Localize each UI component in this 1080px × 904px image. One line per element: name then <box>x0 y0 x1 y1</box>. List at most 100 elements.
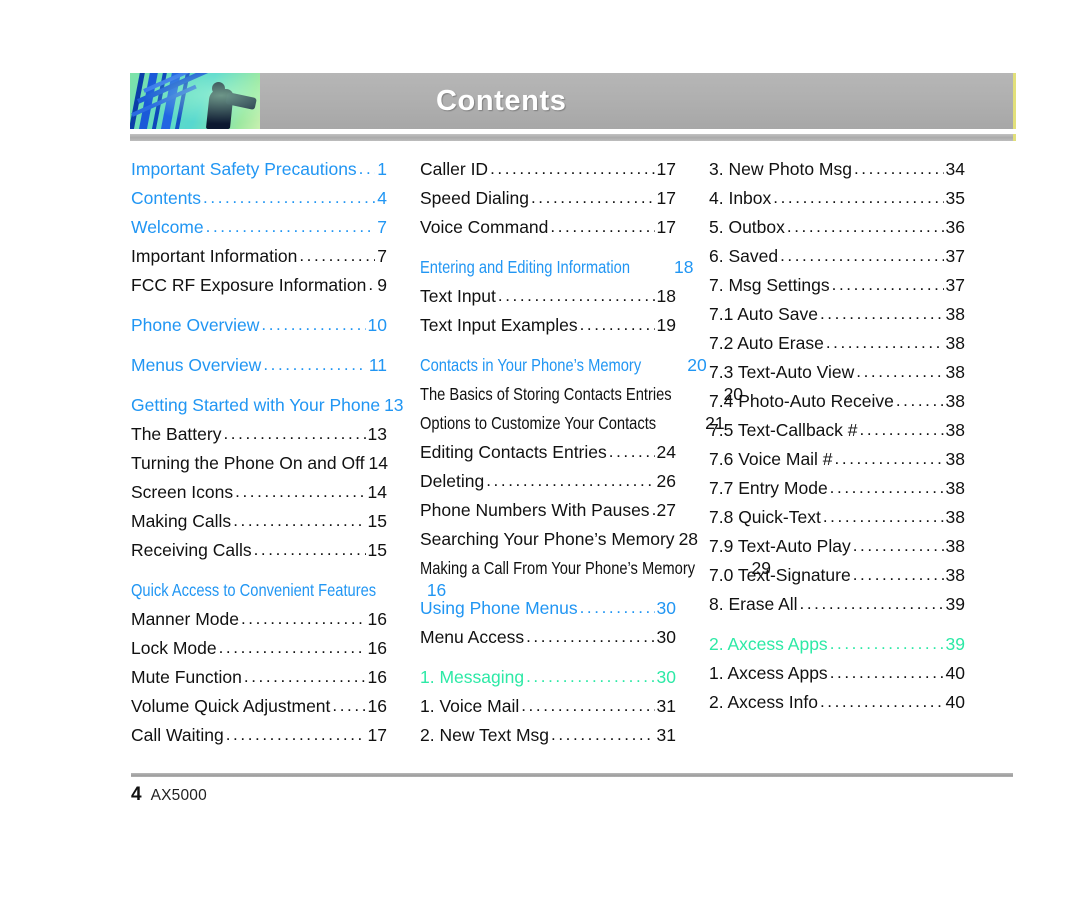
toc-entry-label: Screen Icons <box>131 482 234 502</box>
toc-entry[interactable]: 5. Outbox 36 <box>709 213 965 242</box>
toc-entry[interactable]: Screen Icons 14 <box>131 478 387 507</box>
page-header-banner: Contents <box>130 73 1016 129</box>
toc-entry[interactable]: The Battery 13 <box>131 420 387 449</box>
toc-entry[interactable]: Turning the Phone On and Off 14 <box>131 449 388 478</box>
toc-entry[interactable]: 1. Messaging 30 <box>420 663 676 692</box>
toc-entry[interactable]: Caller ID 17 <box>420 155 676 184</box>
toc-entry-page: 39 <box>945 634 965 654</box>
toc-entry[interactable]: Text Input Examples 19 <box>420 311 676 340</box>
page-footer: 4 AX5000 <box>131 784 207 806</box>
toc-entry[interactable]: Deleting 26 <box>420 467 676 496</box>
toc-entry-label: Lock Mode <box>131 638 217 658</box>
toc-entry-label: 7.4 Photo-Auto Receive <box>709 391 894 411</box>
toc-entry-page: 14 <box>367 482 387 502</box>
toc-leader-dots <box>820 687 944 716</box>
toc-entry[interactable]: Menus Overview 11 <box>131 351 387 380</box>
toc-leader-dots <box>832 270 944 299</box>
toc-leader-dots <box>521 691 654 720</box>
toc-entry[interactable]: 7.8 Quick-Text 38 <box>709 503 965 532</box>
toc-entry[interactable]: Quick Access to Convenient Features 16 <box>131 576 446 605</box>
toc-entry[interactable]: Text Input 18 <box>420 282 676 311</box>
page-title: Contents <box>436 84 567 117</box>
toc-entry[interactable]: Lock Mode 16 <box>131 634 387 663</box>
toc-entry[interactable]: 1. Axcess Apps 40 <box>709 659 965 688</box>
toc-entry[interactable]: Getting Started with Your Phone 13 <box>131 391 404 420</box>
toc-entry[interactable]: 7.4 Photo-Auto Receive 38 <box>709 387 965 416</box>
toc-entry-page: 15 <box>367 540 387 560</box>
toc-entry[interactable]: Editing Contacts Entries 24 <box>420 438 676 467</box>
toc-entry-label: Entering and Editing Information <box>420 257 631 277</box>
toc-leader-dots <box>332 691 365 720</box>
toc-entry-label: 7.5 Text-Callback # <box>709 420 858 440</box>
toc-entry[interactable]: Speed Dialing 17 <box>420 184 676 213</box>
toc-entry-label: 7.9 Text-Auto Play <box>709 536 851 556</box>
toc-entry[interactable]: 6. Saved 37 <box>709 242 965 271</box>
toc-entry[interactable]: 1. Voice Mail 31 <box>420 692 676 721</box>
toc-entry[interactable]: 7.6 Voice Mail # 38 <box>709 445 965 474</box>
toc-entry[interactable]: 7.5 Text-Callback # 38 <box>709 416 965 445</box>
toc-entry[interactable]: Important Information 7 <box>131 242 387 271</box>
toc-entry[interactable]: Searching Your Phone’s Memory 28 <box>420 525 698 554</box>
toc-entry[interactable]: Using Phone Menus 30 <box>420 594 676 623</box>
banner-underbar <box>130 134 1016 141</box>
toc-leader-dots <box>835 444 944 473</box>
toc-leader-dots <box>550 212 654 241</box>
toc-entry-page: 16 <box>367 609 387 629</box>
toc-entry[interactable]: Welcome 7 <box>131 213 387 242</box>
toc-entry-label: Getting Started with Your Phone <box>131 395 381 415</box>
toc-entry-page: 30 <box>656 598 676 618</box>
toc-entry[interactable]: Options to Customize Your Contacts 21 <box>420 409 725 438</box>
toc-entry[interactable]: Phone Overview 10 <box>131 311 387 340</box>
toc-entry[interactable]: 7.0 Text-Signature 38 <box>709 561 965 590</box>
toc-entry[interactable]: 7. Msg Settings 37 <box>709 271 965 300</box>
toc-entry-page: 7 <box>377 217 387 237</box>
toc-entry[interactable]: 7.9 Text-Auto Play 38 <box>709 532 965 561</box>
toc-entry[interactable]: Voice Command 17 <box>420 213 676 242</box>
toc-entry-page: 18 <box>674 257 694 277</box>
toc-entry-label: 7.3 Text-Auto View <box>709 362 855 382</box>
toc-entry[interactable]: Phone Numbers With Pauses 27 <box>420 496 676 525</box>
toc-leader-dots <box>526 662 654 691</box>
toc-entry[interactable]: The Basics of Storing Contacts Entries 20 <box>420 380 743 409</box>
toc-leader-dots <box>263 350 367 379</box>
toc-leader-dots <box>854 154 944 183</box>
toc-entry-page: 13 <box>367 424 387 444</box>
toc-entry[interactable]: Volume Quick Adjustment 16 <box>131 692 387 721</box>
toc-entry[interactable]: Entering and Editing Information 18 <box>420 253 694 282</box>
toc-entry-page: 1 <box>377 159 387 179</box>
toc-entry[interactable]: Contacts in Your Phone’s Memory 20 <box>420 351 707 380</box>
toc-entry[interactable]: Making Calls 15 <box>131 507 387 536</box>
toc-entry[interactable]: 2. Axcess Info 40 <box>709 688 965 717</box>
toc-entry[interactable]: 7.1 Auto Save 38 <box>709 300 965 329</box>
toc-entry[interactable]: 7.2 Auto Erase 38 <box>709 329 965 358</box>
toc-entry[interactable]: 7.3 Text-Auto View 38 <box>709 358 965 387</box>
toc-entry[interactable]: 3. New Photo Msg 34 <box>709 155 965 184</box>
toc-entry[interactable]: 7.7 Entry Mode 38 <box>709 474 965 503</box>
toc-entry-label: Welcome <box>131 217 204 237</box>
column-2: Caller ID 17 Speed Dialing 17 Voice Command 1… <box>420 155 771 750</box>
toc-entry[interactable]: Contents 4 <box>131 184 387 213</box>
toc-entry[interactable]: Receiving Calls 15 <box>131 536 387 565</box>
toc-leader-dots <box>787 212 944 241</box>
toc-entry-label: Searching Your Phone’s Memory <box>420 529 675 549</box>
toc-entry[interactable]: 8. Erase All 39 <box>709 590 965 619</box>
toc-entry[interactable]: Important Safety Precautions 1 <box>131 155 387 184</box>
toc-entry-label: Text Input <box>420 286 496 306</box>
toc-leader-dots <box>856 357 943 386</box>
toc-entry-label: Voice Command <box>420 217 549 237</box>
toc-entry[interactable]: Menu Access 30 <box>420 623 676 652</box>
toc-entry[interactable]: Making a Call From Your Phone’s Memory 29 <box>420 554 771 583</box>
toc-entry-label: The Battery <box>131 424 222 444</box>
toc-entry[interactable]: Call Waiting 17 <box>131 721 387 750</box>
toc-entry-label: Caller ID <box>420 159 489 179</box>
toc-entry-label: 7.1 Auto Save <box>709 304 818 324</box>
toc-entry[interactable]: Mute Function 16 <box>131 663 387 692</box>
toc-entry[interactable]: 2. Axcess Apps 39 <box>709 630 965 659</box>
toc-entry[interactable]: 2. New Text Msg 31 <box>420 721 676 750</box>
toc-entry-page: 9 <box>377 275 387 295</box>
toc-entry[interactable]: 4. Inbox 35 <box>709 184 965 213</box>
toc-entry-page: 38 <box>945 478 965 498</box>
toc-leader-dots <box>233 506 365 535</box>
toc-entry[interactable]: Manner Mode 16 <box>131 605 387 634</box>
toc-entry[interactable]: FCC RF Exposure Information 9 <box>131 271 387 300</box>
